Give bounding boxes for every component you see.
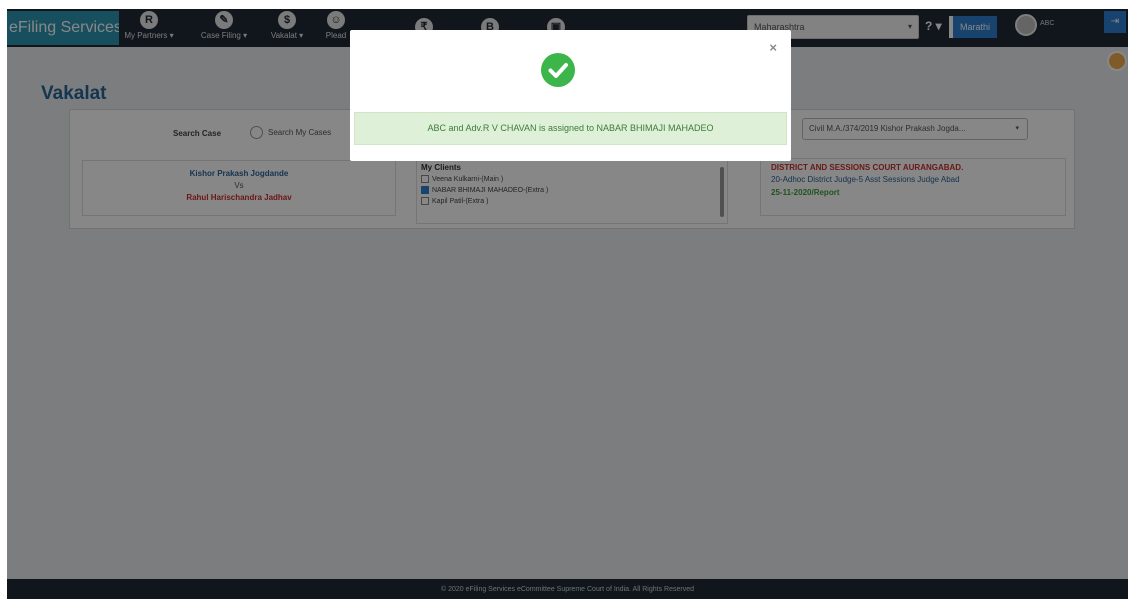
success-alert-message: ABC and Adv.R V CHAVAN is assigned to NA… [354, 112, 787, 145]
check-circle-icon [541, 53, 575, 87]
app-window: eFiling Services R My Partners ▾ ✎ Case … [7, 9, 1128, 599]
success-modal: × ABC and Adv.R V CHAVAN is assigned to … [350, 30, 791, 161]
close-icon[interactable]: × [769, 40, 777, 55]
